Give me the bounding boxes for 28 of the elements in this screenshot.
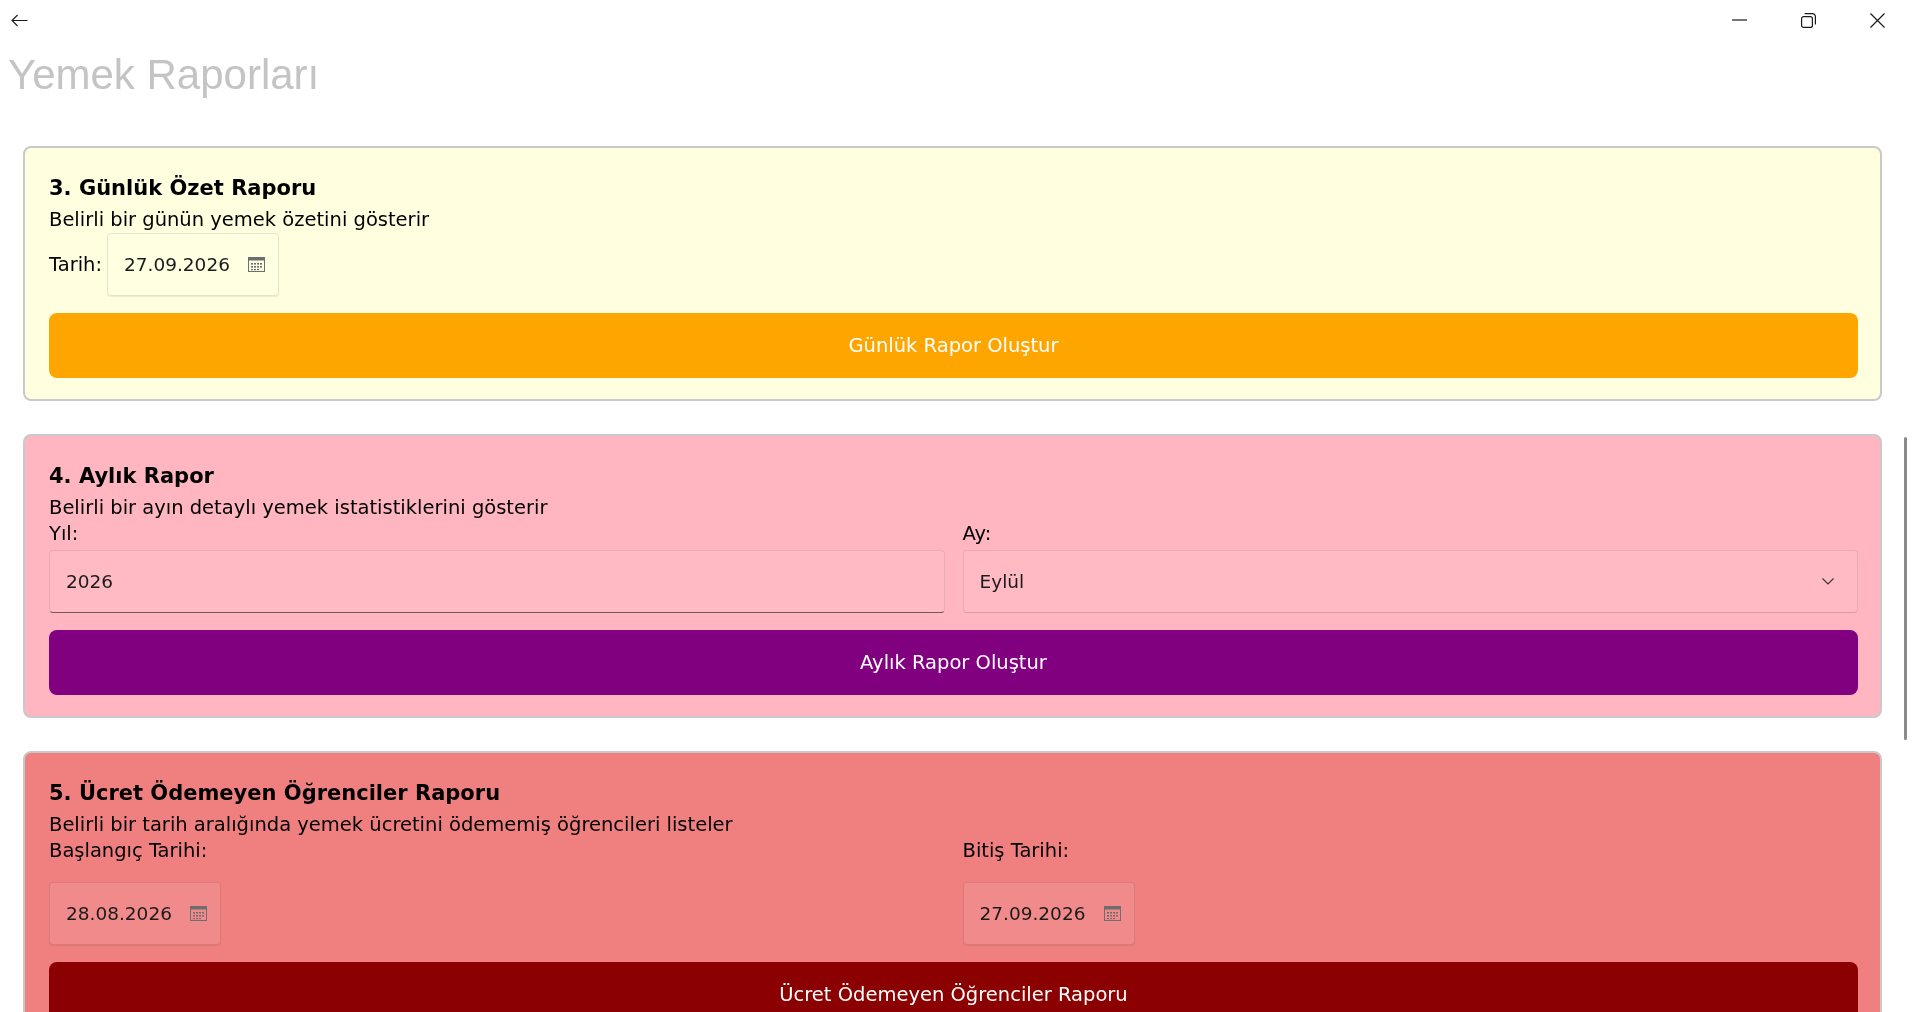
text-field[interactable]: 2026	[49, 550, 945, 613]
page-title: Yemek Raporları	[8, 51, 321, 99]
dropdown-field[interactable]: Eylül	[962, 550, 1858, 613]
calendar-icon	[190, 906, 207, 921]
restore-icon	[1801, 12, 1816, 28]
report-button[interactable]: Ücret Ödemeyen Öğrenciler Raporu	[49, 962, 1858, 1012]
back-arrow-icon	[10, 13, 28, 27]
calendar-icon	[248, 257, 265, 272]
card-title: 3. Günlük Özet Raporu	[49, 174, 318, 202]
card-title: 5. Ücret Ödemeyen Öğrenciler Raporu	[49, 779, 502, 807]
chevron-down-icon	[1822, 578, 1834, 585]
date-field[interactable]: 27.09.2026	[962, 882, 1135, 945]
minimize-icon	[1732, 19, 1747, 21]
scrollbar-thumb[interactable]	[1904, 437, 1907, 740]
field-label: Tarih:	[49, 251, 102, 278]
field-label: Başlangıç Tarihi:	[49, 838, 208, 864]
card-description: Belirli bir günün yemek özetini gösterir	[49, 207, 431, 233]
field-label: Yıl:	[49, 521, 79, 547]
field-label: Ay:	[962, 521, 992, 547]
card-description: Belirli bir tarih aralığında yemek ücretini ödememiş öğrencileri listeler	[49, 812, 734, 838]
field-label: Bitiş Tarihi:	[962, 838, 1070, 864]
card-description: Belirli bir ayın detaylı yemek istatistiklerini gösterir	[49, 495, 549, 521]
report-button[interactable]: Aylık Rapor Oluştur	[49, 630, 1858, 695]
calendar-icon	[1103, 906, 1121, 921]
date-field[interactable]: 27.09.2026	[107, 233, 279, 296]
close-icon	[1870, 12, 1885, 28]
card-title: 4. Aylık Rapor	[49, 463, 215, 490]
date-field[interactable]: 28.08.2026	[49, 882, 221, 945]
